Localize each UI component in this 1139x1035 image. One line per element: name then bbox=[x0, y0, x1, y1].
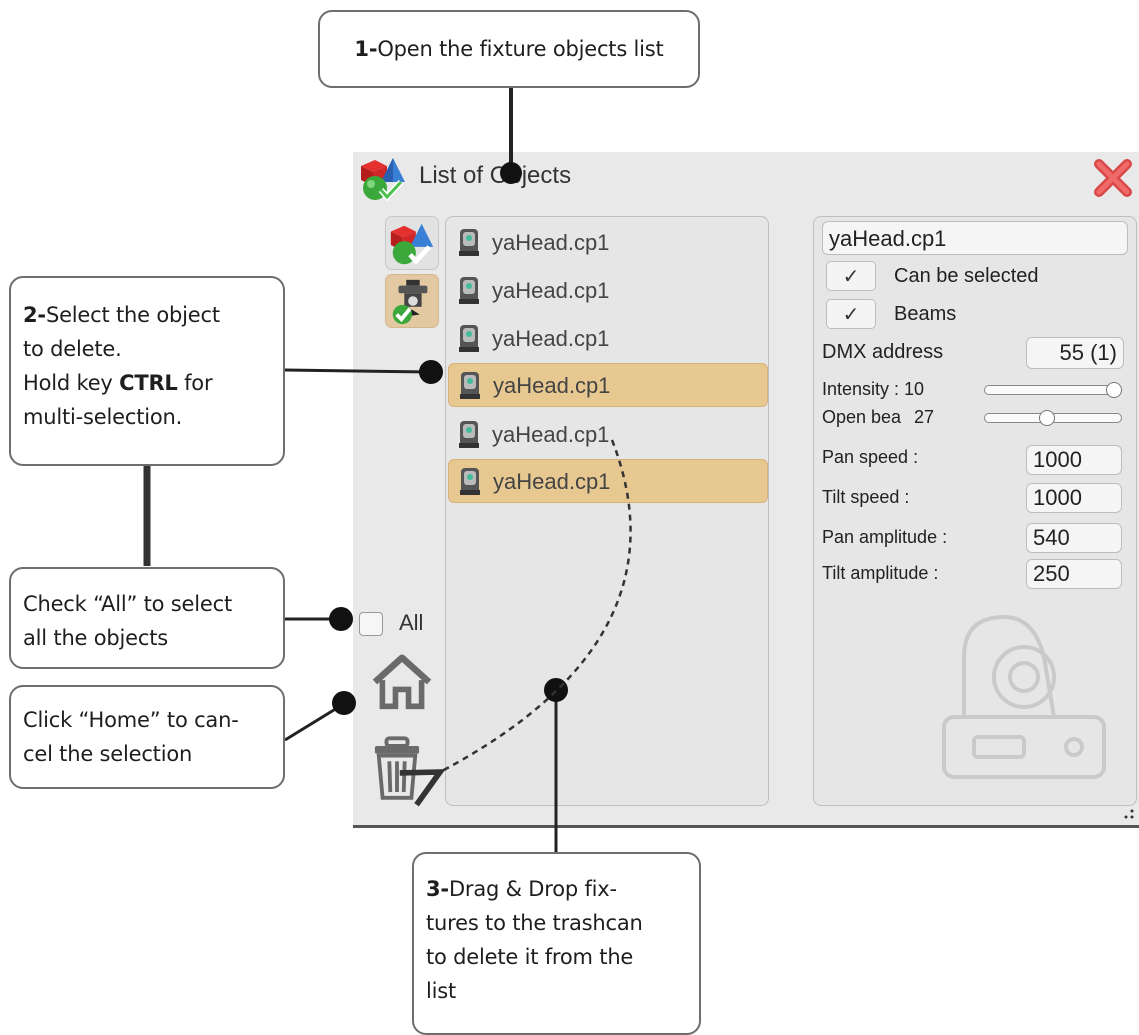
fixture-icon bbox=[460, 468, 480, 495]
callout-text: cel the selection bbox=[23, 742, 193, 766]
tilt-speed-input[interactable]: 1000 bbox=[1026, 483, 1122, 513]
callout-text: all the objects bbox=[23, 626, 169, 650]
callout-text: Click “Home” to can- bbox=[23, 708, 239, 732]
callout-text: Hold key bbox=[23, 371, 120, 395]
list-item-label: yaHead.cp1 bbox=[493, 469, 611, 494]
connector-dot bbox=[329, 607, 353, 631]
callout-text: to delete it from the bbox=[426, 945, 634, 969]
list-of-objects-window: List of Objects All yaHead.cp1 yaHead.cp… bbox=[353, 152, 1139, 828]
objects-icon bbox=[361, 158, 405, 202]
beams-checkbox[interactable]: ✓ bbox=[826, 299, 876, 329]
connector-line bbox=[284, 703, 343, 742]
callout-step-number: 3- bbox=[426, 877, 449, 901]
pan-amplitude-input[interactable]: 540 bbox=[1026, 523, 1122, 553]
can-be-selected-checkbox[interactable]: ✓ bbox=[826, 261, 876, 291]
list-item[interactable]: yaHead.cp1 bbox=[448, 413, 768, 457]
tilt-speed-value: 1000 bbox=[1033, 485, 1082, 510]
dmx-address-input[interactable]: 55 (1) bbox=[1026, 337, 1124, 369]
fixture-icon bbox=[460, 372, 480, 399]
fixtures-tool-button[interactable] bbox=[385, 274, 439, 328]
list-item[interactable]: yaHead.cp1 bbox=[448, 317, 768, 361]
list-item[interactable]: yaHead.cp1 bbox=[448, 269, 768, 313]
callout-text: Select the object bbox=[45, 303, 220, 327]
object-name-input[interactable]: yaHead.cp1 bbox=[822, 221, 1128, 255]
open-beam-value: 27 bbox=[914, 407, 935, 427]
dmx-address-label: DMX address bbox=[822, 341, 944, 363]
fixture-icon bbox=[459, 229, 479, 256]
home-icon[interactable] bbox=[369, 654, 435, 710]
callout-step-number: 1- bbox=[354, 37, 378, 61]
tilt-amplitude-label: Tilt amplitude : bbox=[822, 563, 939, 583]
callout-check-all: Check “All” to select all the objects bbox=[9, 567, 285, 669]
callout-step-number: 2- bbox=[23, 303, 46, 327]
resize-grip-icon[interactable] bbox=[1123, 808, 1135, 820]
callout-text: Check “All” to select bbox=[23, 592, 232, 616]
open-beam-slider-knob[interactable] bbox=[1038, 410, 1055, 426]
pan-amplitude-label: Pan amplitude : bbox=[822, 527, 948, 547]
dmx-address-value: 55 (1) bbox=[1059, 340, 1117, 365]
callout-text: for bbox=[177, 371, 213, 395]
callout-step-2: 2-Select the object to delete. Hold key … bbox=[9, 276, 285, 466]
checkmark-icon: ✓ bbox=[842, 264, 860, 288]
properties-panel: yaHead.cp1 ✓ Can be selected ✓ Beams DMX… bbox=[813, 216, 1137, 806]
callout-text: Drag & Drop fix- bbox=[448, 877, 617, 901]
tilt-amplitude-input[interactable]: 250 bbox=[1026, 559, 1122, 589]
callout-text: to delete. bbox=[23, 337, 122, 361]
list-item-label: yaHead.cp1 bbox=[493, 373, 611, 398]
callout-step-3: 3-Drag & Drop fix- tures to the trashcan… bbox=[412, 852, 701, 1035]
list-item-label: yaHead.cp1 bbox=[492, 422, 610, 447]
close-x-icon[interactable] bbox=[1091, 156, 1135, 200]
list-item-label: yaHead.cp1 bbox=[492, 278, 610, 303]
fixture-check-icon bbox=[392, 279, 428, 325]
list-item-selected[interactable]: yaHead.cp1 bbox=[448, 459, 768, 503]
list-item-label: yaHead.cp1 bbox=[492, 326, 610, 351]
pan-speed-label: Pan speed : bbox=[822, 447, 919, 467]
beams-label: Beams bbox=[894, 303, 957, 325]
intensity-slider-knob[interactable] bbox=[1106, 382, 1122, 398]
window-title: List of Objects bbox=[419, 162, 572, 189]
callout-step-1: 1-Open the fixture objects list bbox=[318, 10, 700, 88]
open-beam-label: Open bea bbox=[822, 407, 902, 427]
tilt-amplitude-value: 250 bbox=[1033, 561, 1070, 586]
ctrl-key: CTRL bbox=[119, 371, 178, 395]
fixture-icon bbox=[459, 421, 479, 448]
object-list-panel[interactable]: yaHead.cp1 yaHead.cp1 yaHead.cp1 yaHead.… bbox=[445, 216, 769, 806]
fixture-icon bbox=[459, 325, 479, 352]
list-item-selected[interactable]: yaHead.cp1 bbox=[448, 363, 768, 407]
callout-text: list bbox=[426, 979, 457, 1003]
all-checkbox[interactable] bbox=[359, 612, 383, 636]
objects-icon bbox=[390, 223, 434, 265]
title-bar[interactable]: List of Objects bbox=[353, 152, 1139, 206]
objects-tool-button[interactable] bbox=[385, 216, 439, 270]
intensity-label: Intensity : 10 bbox=[822, 379, 925, 399]
fixture-icon bbox=[459, 277, 479, 304]
object-name-value: yaHead.cp1 bbox=[829, 226, 947, 251]
callout-text: multi-selection. bbox=[23, 405, 183, 429]
pan-amplitude-value: 540 bbox=[1033, 525, 1070, 550]
tilt-speed-label: Tilt speed : bbox=[822, 487, 910, 507]
intensity-slider[interactable] bbox=[984, 385, 1122, 395]
moving-head-watermark-icon bbox=[942, 614, 1106, 779]
trash-icon[interactable] bbox=[373, 736, 421, 802]
pan-speed-input[interactable]: 1000 bbox=[1026, 445, 1122, 475]
list-item[interactable]: yaHead.cp1 bbox=[448, 221, 768, 265]
all-checkbox-label: All bbox=[399, 610, 424, 635]
list-item-label: yaHead.cp1 bbox=[492, 230, 610, 255]
callout-text: Open the fixture objects list bbox=[377, 37, 664, 61]
callout-text: tures to the trashcan bbox=[426, 911, 643, 935]
can-be-selected-label: Can be selected bbox=[894, 265, 1039, 287]
callout-home: Click “Home” to can- cel the selection bbox=[9, 685, 285, 789]
pan-speed-value: 1000 bbox=[1033, 447, 1082, 472]
checkmark-icon: ✓ bbox=[842, 302, 860, 326]
